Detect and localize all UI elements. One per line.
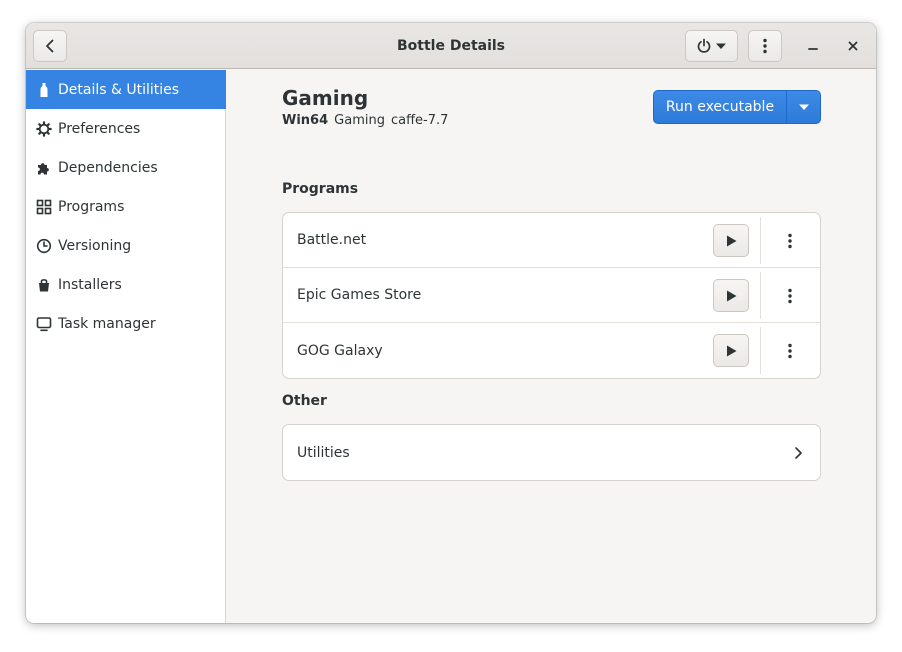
run-options-button[interactable] xyxy=(787,91,820,123)
row-separator xyxy=(760,272,761,319)
other-list: Utilities xyxy=(282,424,821,481)
run-executable-group: Run executable xyxy=(653,90,821,124)
program-menu-button[interactable] xyxy=(773,224,807,257)
bottle-icon xyxy=(35,81,53,99)
programs-section-title: Programs xyxy=(282,181,359,197)
vertical-dots-icon xyxy=(788,233,792,248)
utilities-label: Utilities xyxy=(297,444,350,461)
run-program-button[interactable] xyxy=(713,334,749,367)
sidebar-item-programs[interactable]: Programs xyxy=(26,187,226,226)
vertical-dots-icon xyxy=(788,343,792,358)
bag-icon xyxy=(35,276,53,294)
power-icon xyxy=(697,38,711,53)
run-program-button[interactable] xyxy=(713,279,749,312)
program-name: Battle.net xyxy=(297,232,367,248)
vertical-dots-icon xyxy=(788,288,792,303)
clock-icon xyxy=(35,237,53,255)
other-section-title: Other xyxy=(282,393,327,409)
sidebar-item-label: Dependencies xyxy=(58,159,158,176)
play-icon xyxy=(727,290,737,301)
sidebar-item-label: Installers xyxy=(58,276,122,293)
bottle-meta: Win64 Gaming caffe-7.7 xyxy=(282,113,448,128)
program-menu-button[interactable] xyxy=(773,279,807,312)
sidebar-item-task-manager[interactable]: Task manager xyxy=(26,304,226,343)
chevron-right-icon xyxy=(788,443,808,463)
utilities-row[interactable]: Utilities xyxy=(283,425,820,480)
bottle-name: Gaming xyxy=(282,86,369,110)
main-menu-button[interactable] xyxy=(748,30,782,62)
app-window: Bottle Details Details & Utilities Prefe… xyxy=(26,23,876,623)
sidebar-item-label: Versioning xyxy=(58,237,132,254)
bottle-runner: caffe-7.7 xyxy=(390,113,449,128)
play-icon xyxy=(727,235,737,246)
grid-icon xyxy=(35,198,53,216)
sidebar-item-label: Preferences xyxy=(58,120,141,137)
row-separator xyxy=(760,217,761,264)
program-menu-button[interactable] xyxy=(773,334,807,367)
vertical-dots-icon xyxy=(763,38,767,54)
program-row-gog-galaxy[interactable]: GOG Galaxy xyxy=(283,323,820,378)
puzzle-icon xyxy=(35,159,53,177)
sidebar-item-dependencies[interactable]: Dependencies xyxy=(26,148,226,187)
gear-icon xyxy=(35,120,53,138)
caret-down-icon xyxy=(716,43,726,49)
run-executable-button[interactable]: Run executable xyxy=(654,91,787,123)
run-program-button[interactable] xyxy=(713,224,749,257)
back-button[interactable] xyxy=(33,30,67,62)
sidebar-item-label: Details & Utilities xyxy=(58,81,180,98)
sidebar-item-installers[interactable]: Installers xyxy=(26,265,226,304)
sidebar-item-label: Task manager xyxy=(58,315,156,332)
program-name: Epic Games Store xyxy=(297,287,422,303)
close-button[interactable] xyxy=(841,34,865,58)
sidebar-item-versioning[interactable]: Versioning xyxy=(26,226,226,265)
program-name: GOG Galaxy xyxy=(297,342,383,359)
bottle-environment: Gaming xyxy=(334,113,385,128)
header-bar: Bottle Details xyxy=(26,23,876,69)
sidebar-item-label: Programs xyxy=(58,198,125,215)
minimize-icon xyxy=(808,48,818,50)
bottle-arch: Win64 xyxy=(282,113,329,128)
program-row-battle-net[interactable]: Battle.net xyxy=(283,213,820,268)
program-row-epic-games-store[interactable]: Epic Games Store xyxy=(283,268,820,323)
sidebar: Details & Utilities Preferences Dependen… xyxy=(26,70,226,623)
play-icon xyxy=(727,345,737,356)
sidebar-item-preferences[interactable]: Preferences xyxy=(26,109,226,148)
sidebar-item-details-utilities[interactable]: Details & Utilities xyxy=(26,70,226,109)
monitor-icon xyxy=(35,315,53,333)
bottle-details-panel: Gaming Win64 Gaming caffe-7.7 Run execut… xyxy=(227,70,876,623)
caret-down-icon xyxy=(798,104,809,110)
chevron-left-icon xyxy=(46,39,54,53)
minimize-button[interactable] xyxy=(801,34,825,58)
close-icon xyxy=(848,41,858,51)
row-separator xyxy=(760,327,761,374)
programs-list: Battle.net Epic Games Store GOG Galaxy xyxy=(282,212,821,379)
power-menu-button[interactable] xyxy=(685,30,738,62)
